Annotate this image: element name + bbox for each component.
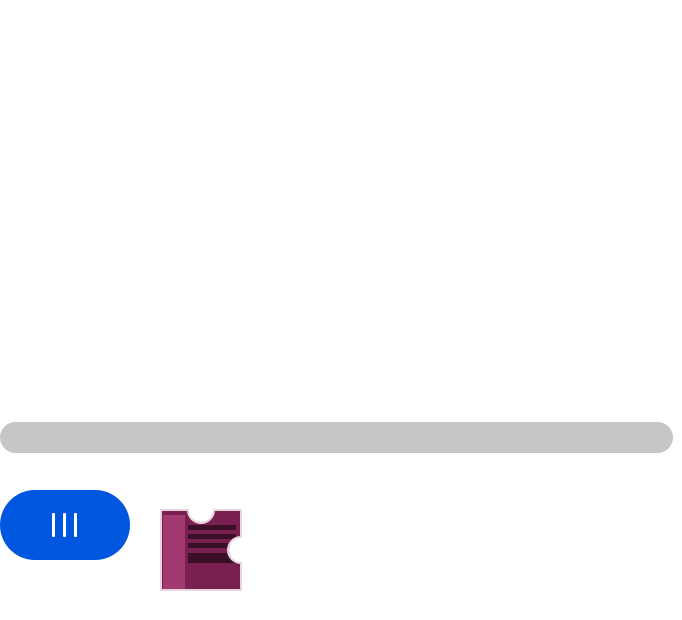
piece-left-panel [163, 515, 185, 589]
slider-track[interactable] [0, 422, 673, 453]
slider-captcha [0, 0, 682, 620]
piece-slat [188, 534, 236, 539]
slider-handle[interactable] [0, 490, 130, 560]
grip-icon [52, 513, 77, 537]
captcha-image-area [0, 0, 682, 415]
piece-lower-panel [186, 567, 240, 589]
puzzle-piece-icon[interactable] [160, 509, 242, 591]
piece-slat [188, 525, 236, 530]
